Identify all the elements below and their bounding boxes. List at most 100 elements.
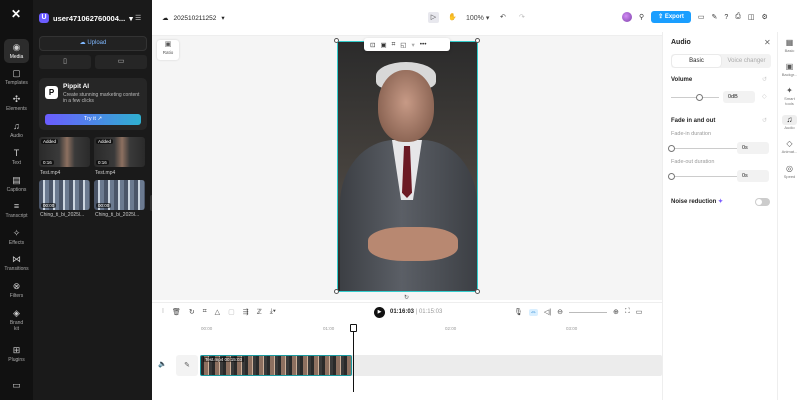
right-rail-background[interactable]: ▣ Backgr...: [778, 62, 800, 77]
redo-icon[interactable]: ↷: [516, 12, 527, 23]
trim-icon[interactable]: ℤ: [257, 308, 262, 316]
phone-upload-button[interactable]: ▯: [39, 55, 91, 69]
keyframe-icon[interactable]: ◇: [762, 93, 767, 100]
device-upload-button[interactable]: ▭: [95, 55, 147, 69]
delete-icon[interactable]: 🗑: [172, 308, 181, 316]
more-icon[interactable]: •••: [420, 41, 427, 48]
pippit-logo-icon: P: [45, 86, 58, 99]
rail-item-elements[interactable]: ✣ Elements: [0, 94, 33, 112]
rail-item-label: Elements: [6, 106, 27, 112]
rotate-handle-icon[interactable]: ↻: [404, 294, 409, 301]
playhead[interactable]: [350, 324, 357, 392]
rail-item-effects[interactable]: ✧ Effects: [0, 228, 33, 246]
timeline-clip[interactable]: Test.mp4 00:15:03: [200, 355, 352, 376]
fade-out-knob[interactable]: [668, 173, 675, 180]
media-thumbnail[interactable]: 00:00: [39, 180, 90, 210]
edit-icon[interactable]: ✎: [711, 13, 717, 21]
monitor-icon[interactable]: ▭: [698, 13, 705, 21]
video-preview[interactable]: [337, 41, 478, 292]
user-menu[interactable]: U user471062760004... ▾: [39, 13, 133, 23]
volume-knob[interactable]: [695, 94, 703, 101]
fit-screen-icon[interactable]: ⛶: [625, 308, 630, 316]
zoom-in-icon[interactable]: ⊕: [613, 308, 619, 316]
zoom-out-icon[interactable]: ⊖: [557, 308, 563, 316]
comment-icon[interactable]: ▭: [636, 308, 643, 316]
crop-icon[interactable]: ⌗: [203, 308, 207, 316]
rail-item-label: Plugins: [8, 357, 25, 363]
right-rail-speed[interactable]: ◎ Speed: [778, 164, 800, 179]
layout-icon[interactable]: ◫: [748, 13, 755, 21]
volume-value[interactable]: 0dB: [723, 91, 755, 103]
zoom-level[interactable]: 100% ▾: [466, 14, 489, 22]
microphone-icon[interactable]: 🎙: [514, 308, 523, 316]
resize-handle[interactable]: [475, 289, 480, 294]
play-button[interactable]: ▶: [374, 307, 385, 318]
reset-icon[interactable]: ↺: [762, 76, 767, 83]
project-title[interactable]: ☁ 202510211252 ▾: [162, 14, 225, 23]
media-thumbnail[interactable]: 00:00: [94, 180, 145, 210]
panel-menu-icon[interactable]: ☰: [135, 14, 141, 22]
tab-voice-changer[interactable]: Voice changer: [722, 54, 771, 68]
link-icon[interactable]: ⇔: [528, 308, 538, 316]
resize-handle[interactable]: [475, 38, 480, 43]
rail-item-transitions[interactable]: ⋈ Transitions: [0, 254, 33, 272]
rail-item-plugins[interactable]: ⊞ Plugins: [0, 345, 33, 363]
print-icon[interactable]: ⎙: [735, 13, 741, 21]
rail-item-keyboard[interactable]: ▭: [0, 380, 33, 392]
frame-icon[interactable]: ▣: [380, 41, 386, 49]
mirror-icon[interactable]: △: [215, 308, 220, 316]
right-rail-animation[interactable]: ◇ Animat...: [778, 139, 800, 154]
settings-icon[interactable]: ⚙: [762, 13, 768, 21]
rail-item-label: Filters: [9, 293, 24, 299]
chevron-down-icon[interactable]: ▾: [411, 41, 414, 49]
tab-basic[interactable]: Basic: [672, 55, 721, 67]
right-rail-basic[interactable]: ▦ Basic: [778, 38, 800, 53]
media-thumbnail[interactable]: Added 0:16: [94, 137, 145, 167]
close-icon[interactable]: ✕: [764, 38, 771, 47]
reset-icon[interactable]: ↺: [762, 117, 767, 124]
rail-item-label: Text: [11, 160, 22, 166]
rail-item-templates[interactable]: ▢ Templates: [0, 68, 33, 86]
undo-icon[interactable]: ↶: [497, 12, 508, 23]
speaker-split-icon[interactable]: ◁|: [544, 308, 551, 316]
rail-item-audio[interactable]: ♫ Audio: [0, 121, 33, 139]
rail-item-filters[interactable]: ⊗ Filters: [0, 281, 33, 299]
ratio-button[interactable]: ▣ Ratio: [157, 40, 179, 60]
noise-reduction-toggle[interactable]: [755, 198, 770, 206]
download-icon[interactable]: ⤓▾: [270, 308, 276, 316]
fade-out-slider[interactable]: [671, 176, 739, 177]
freeze-icon[interactable]: ▢: [228, 308, 235, 316]
select-cursor-icon[interactable]: ▷: [428, 12, 439, 23]
align-icon[interactable]: ⇶: [243, 308, 249, 316]
mask-icon[interactable]: ◱: [400, 41, 406, 49]
avatar[interactable]: [622, 12, 632, 22]
split-icon[interactable]: I: [162, 308, 164, 316]
rail-item-brand-kit[interactable]: ◈ Brand kit: [0, 308, 33, 332]
fade-in-knob[interactable]: [668, 145, 675, 152]
try-it-button[interactable]: Try it ↗: [45, 114, 141, 125]
rail-item-media[interactable]: ◉ Media: [0, 39, 33, 63]
fade-in-value[interactable]: 0s: [737, 142, 769, 154]
hand-pan-icon[interactable]: ✋: [447, 12, 458, 23]
zoom-slider[interactable]: [568, 311, 607, 313]
rail-item-transcript[interactable]: ≡ Transcript: [0, 201, 33, 219]
mute-track-icon[interactable]: 🔈: [158, 360, 167, 368]
fade-out-value[interactable]: 0s: [737, 170, 769, 182]
resize-handle[interactable]: [334, 38, 339, 43]
right-rail-audio[interactable]: ♫ Audio: [778, 115, 800, 130]
fade-in-slider[interactable]: [671, 148, 739, 149]
help-icon[interactable]: ?: [724, 14, 728, 21]
track-edit-icon[interactable]: ✎: [176, 355, 198, 376]
loop-icon[interactable]: ↻: [189, 308, 195, 316]
app-logo[interactable]: ✕: [8, 6, 24, 22]
upload-button[interactable]: ☁ Upload: [39, 36, 147, 51]
rail-item-captions[interactable]: ▤ Captions: [0, 175, 33, 193]
crop-icon[interactable]: ⌗: [392, 41, 396, 49]
export-button[interactable]: ⇪ Export: [651, 11, 691, 23]
media-thumbnail[interactable]: Added 0:16: [39, 137, 90, 167]
right-rail-smart-tools[interactable]: ✦ Smart tools: [778, 86, 800, 106]
resize-handle[interactable]: [334, 289, 339, 294]
crop-fit-icon[interactable]: ⊡: [370, 41, 375, 49]
share-user-icon[interactable]: ⚲: [639, 13, 644, 21]
rail-item-text[interactable]: T Text: [0, 148, 33, 166]
